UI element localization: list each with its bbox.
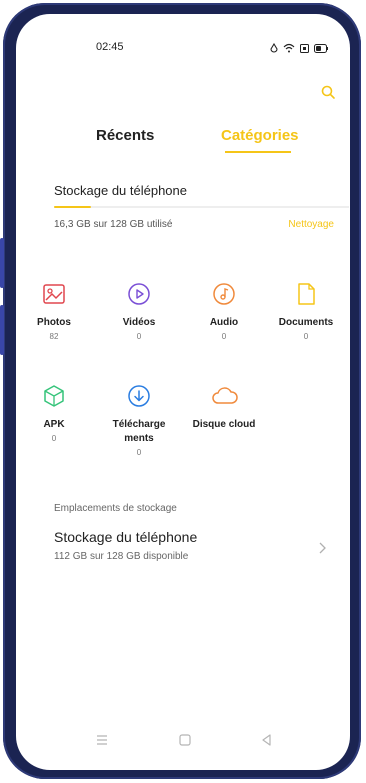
- cloud-icon: [212, 384, 238, 408]
- navigation-bar: [16, 730, 350, 752]
- photos-icon: [42, 282, 66, 306]
- category-documents[interactable]: Documents 0: [268, 282, 344, 341]
- battery-icon: [314, 40, 328, 58]
- category-count: 0: [136, 332, 142, 341]
- storage-used-text: 16,3 GB sur 128 GB utilisé: [54, 219, 173, 230]
- tab-active-indicator: [225, 151, 291, 153]
- category-downloads[interactable]: Téléchargements 0: [101, 384, 177, 457]
- notification-icon: [300, 40, 309, 58]
- home-icon[interactable]: [177, 732, 193, 748]
- tab-categories[interactable]: Catégories: [221, 127, 299, 144]
- category-videos[interactable]: Vidéos 0: [101, 282, 177, 341]
- power-button: [0, 305, 4, 355]
- audio-icon: [212, 282, 236, 306]
- category-label: Audio: [209, 317, 239, 328]
- download-icon: [127, 384, 151, 408]
- video-icon: [127, 282, 151, 306]
- category-photos[interactable]: Photos 82: [16, 282, 92, 341]
- wifi-icon: [283, 40, 295, 58]
- category-count: 0: [303, 332, 309, 341]
- category-label: Photos: [37, 317, 71, 328]
- category-count: 82: [49, 332, 59, 341]
- storage-progress-bar: [54, 206, 349, 208]
- document-icon: [294, 282, 318, 306]
- category-label: Vidéos: [122, 317, 156, 328]
- category-count: 0: [51, 434, 57, 443]
- category-count: 0: [136, 448, 142, 457]
- storage-location-title[interactable]: Stockage du téléphone: [54, 529, 197, 545]
- chevron-right-icon[interactable]: [318, 541, 328, 554]
- category-apk[interactable]: APK 0: [16, 384, 92, 443]
- menu-icon[interactable]: [94, 732, 110, 748]
- apk-icon: [42, 384, 66, 408]
- volume-button: [0, 238, 4, 288]
- search-icon[interactable]: [320, 84, 336, 100]
- storage-location-subtitle: 112 GB sur 128 GB disponible: [54, 551, 189, 562]
- clean-button[interactable]: Nettoyage: [288, 219, 334, 230]
- storage-progress-fill: [54, 206, 92, 208]
- category-count: 0: [221, 332, 227, 341]
- category-label: APK: [43, 419, 65, 430]
- category-cloud-drive[interactable]: Disque cloud: [186, 384, 262, 432]
- phone-screen: 02:45 Récents Catégories Stockage du tél…: [16, 14, 350, 770]
- category-label: Téléchargements: [112, 419, 166, 444]
- status-time: 02:45: [96, 41, 124, 53]
- category-audio[interactable]: Audio 0: [186, 282, 262, 341]
- back-icon[interactable]: [259, 732, 275, 748]
- storage-locations-heading: Emplacements de stockage: [54, 503, 177, 514]
- storage-title: Stockage du téléphone: [54, 183, 187, 198]
- status-icons: [270, 40, 328, 58]
- tab-recents[interactable]: Récents: [96, 127, 154, 144]
- category-label: Documents: [278, 317, 334, 328]
- drop-icon: [270, 40, 278, 58]
- category-label: Disque cloud: [192, 419, 256, 430]
